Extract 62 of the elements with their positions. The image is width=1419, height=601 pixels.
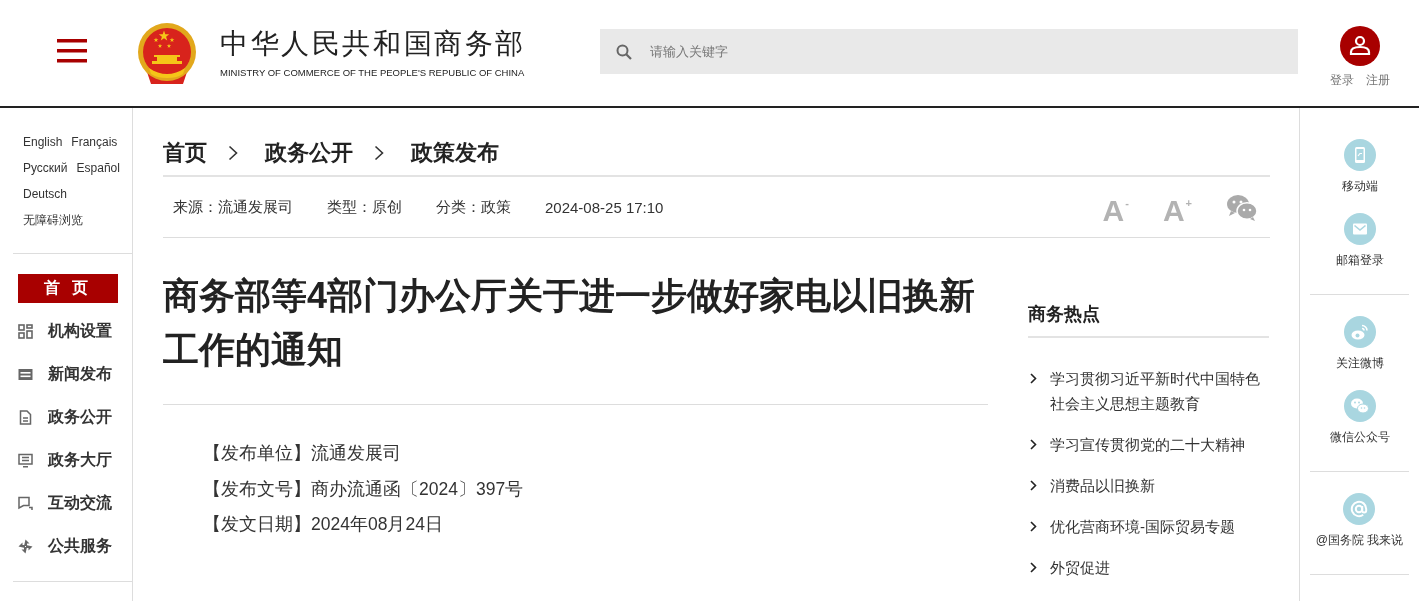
quick-link[interactable]: 移动端 (1341, 139, 1378, 193)
emblem-logo (137, 22, 197, 86)
chat-icon (18, 496, 33, 511)
chat-bubbles-icon (1343, 390, 1376, 422)
menu-icon[interactable] (57, 38, 87, 63)
breadcrumb-link[interactable]: 政务公开 (265, 137, 353, 168)
user-icon[interactable] (1340, 26, 1380, 66)
phone-icon (1343, 139, 1376, 171)
topic-link[interactable]: 外贸促进 (1028, 555, 1269, 580)
article-meta: 来源：流通发展司 (173, 197, 293, 217)
list-icon (18, 367, 33, 382)
nav-item[interactable]: 首 页 (18, 274, 118, 303)
chevron-icon (1030, 521, 1037, 532)
chevron-icon (1030, 480, 1037, 491)
quick-link[interactable]: 邮箱登录 (1335, 213, 1384, 267)
topic-link[interactable]: 学习贯彻习近平新时代中国特色社会主义思想主题教育 (1028, 366, 1269, 416)
language-link[interactable]: Français (71, 134, 118, 150)
topic-link[interactable]: 学习宣传贯彻党的二十大精神 (1028, 432, 1269, 457)
article-detail: 【发布单位】流通发展司 (203, 442, 401, 465)
quick-link[interactable]: 关注微博 (1335, 316, 1384, 370)
topic-link[interactable]: 优化营商环境-国际贸易专题 (1028, 514, 1269, 539)
chevron-icon (374, 144, 384, 161)
article-meta: 2024-08-25 17:10 (545, 198, 664, 216)
nav-item[interactable]: 互动交流 (18, 482, 112, 525)
monitor-icon (18, 453, 33, 468)
breadcrumb-link[interactable]: 政策发布 (411, 137, 499, 168)
pinwheel-icon (18, 539, 33, 554)
article-meta: 分类：政策 (436, 197, 511, 217)
quick-link[interactable]: @国务院 我来说 (1315, 493, 1404, 547)
chevron-icon (1030, 562, 1037, 573)
chevron-icon (228, 144, 238, 161)
nav-item[interactable]: 政务公开 (18, 396, 112, 439)
article-title: 商务部等4部门办公厅关于进一步做好家电以旧换新工作的通知 (163, 269, 988, 405)
eye-signal-icon (1343, 316, 1376, 348)
language-link[interactable]: Deutsch (23, 186, 68, 202)
language-link[interactable]: English (23, 134, 63, 150)
section-heading: 商务热点 (1028, 303, 1269, 338)
grid-icon (18, 324, 33, 339)
nav-item[interactable]: 公共服务 (18, 525, 112, 568)
language-link[interactable]: Español (76, 160, 120, 176)
search-field[interactable]: 请输入关键字 (600, 29, 1298, 74)
nav-item[interactable]: 机构设置 (18, 310, 112, 353)
topic-link[interactable]: 消费品以旧换新 (1028, 473, 1269, 498)
nav-item[interactable]: 政务大厅 (18, 439, 112, 482)
site-title: 中华人民共和国商务部 (220, 28, 526, 60)
account-link[interactable]: 注册 (1366, 73, 1390, 87)
breadcrumb-link[interactable]: 首页 (163, 137, 207, 168)
at-sign-icon (1343, 493, 1376, 525)
nav-item[interactable]: 新闻发布 (18, 353, 112, 396)
chevron-icon (1030, 373, 1037, 384)
account-link[interactable]: 登录 (1330, 73, 1354, 87)
site-subtitle: MINISTRY OF COMMERCE OF THE PEOPLE'S REPUBLIC OF CHINA (220, 66, 525, 80)
mail-icon (1343, 213, 1376, 245)
chevron-icon (1030, 439, 1037, 450)
accessibility-link[interactable]: 无障碍浏览 (23, 212, 83, 228)
document-icon (18, 410, 33, 425)
article-meta: 类型：原创 (327, 197, 402, 217)
quick-link[interactable]: 微信公众号 (1329, 390, 1390, 444)
article-detail: 【发布文号】商办流通函〔2024〕397号 (203, 477, 524, 501)
search-icon (616, 43, 632, 60)
article-detail: 【发文日期】2024年08月24日 (203, 513, 443, 536)
language-link[interactable]: Русский (23, 160, 68, 176)
